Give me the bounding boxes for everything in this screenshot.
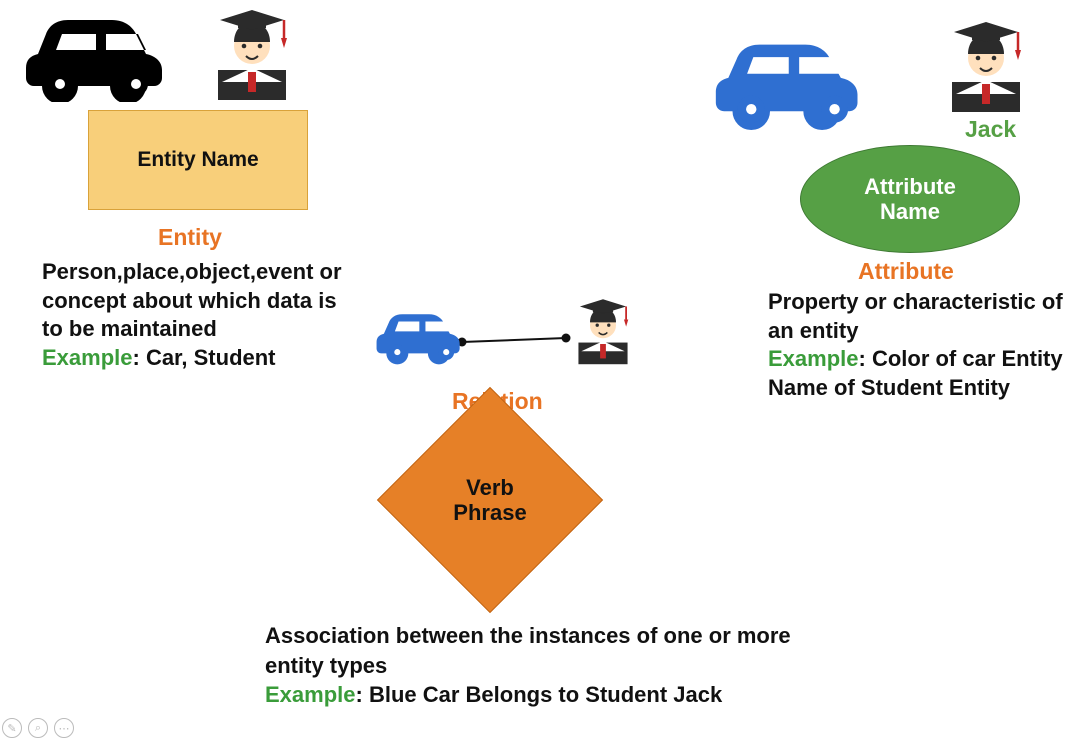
zoom-icon[interactable]: ⌕ — [28, 718, 48, 738]
car-icon — [700, 30, 890, 130]
student-icon — [564, 292, 642, 370]
attribute-example-label: Example — [768, 346, 859, 371]
more-icon[interactable]: ⋯ — [54, 718, 74, 738]
student-icon — [932, 12, 1040, 120]
relation-desc-text: Association between the instances of one… — [265, 623, 791, 678]
pen-icon[interactable]: ✎ — [2, 718, 22, 738]
entity-box-label: Entity Name — [137, 148, 258, 172]
attribute-desc-text: Property or characteristic of an entity — [768, 289, 1063, 343]
entity-title: Entity — [158, 224, 222, 251]
attribute-description: Property or characteristic of an entity … — [768, 288, 1078, 402]
relation-example-text: : Blue Car Belongs to Student Jack — [356, 682, 723, 707]
entity-example-text: : Car, Student — [133, 345, 276, 370]
jack-label: Jack — [965, 116, 1016, 143]
entity-rectangle: Entity Name — [88, 110, 308, 210]
corner-toolbar: ✎ ⌕ ⋯ — [2, 718, 74, 738]
car-icon — [12, 6, 192, 102]
entity-desc-text: Person,place,object,event or concept abo… — [42, 259, 342, 341]
attribute-ellipse: AttributeName — [800, 145, 1020, 253]
attribute-title: Attribute — [858, 258, 954, 285]
relation-description: Association between the instances of one… — [265, 621, 795, 710]
relation-diamond: VerbPhrase — [370, 420, 610, 580]
relation-example-label: Example — [265, 682, 356, 707]
entity-description: Person,place,object,event or concept abo… — [42, 258, 352, 372]
car-icon — [368, 300, 478, 370]
relation-diamond-label: VerbPhrase — [370, 420, 610, 580]
entity-example-label: Example — [42, 345, 133, 370]
student-icon — [198, 0, 306, 108]
attribute-ellipse-label: AttributeName — [864, 174, 956, 225]
